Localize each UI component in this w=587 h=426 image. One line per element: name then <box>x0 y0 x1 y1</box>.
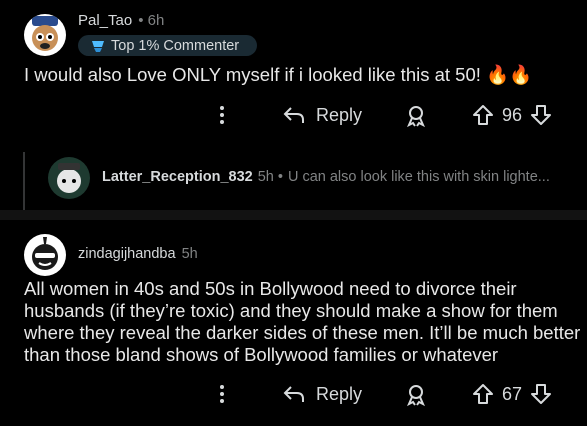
reply-label: Reply <box>316 383 363 404</box>
reply-arrow-icon <box>283 107 304 123</box>
more-options-button[interactable] <box>218 383 226 405</box>
body-line: All women in 40s and 50s in Bollywood ne… <box>24 278 517 299</box>
reply-preview[interactable]: Latter_Reception_832 5h • U can also loo… <box>102 169 550 185</box>
downvote-icon[interactable] <box>530 104 552 126</box>
comment-body: I would also Love ONLY myself if i looke… <box>24 64 533 85</box>
avatar[interactable] <box>24 234 66 276</box>
vote-controls: 96 <box>472 104 552 126</box>
upvote-icon[interactable] <box>472 383 494 405</box>
award-icon <box>407 106 425 128</box>
trophy-icon <box>92 40 104 52</box>
body-line: husbands (if they’re toxic) and they sho… <box>24 300 558 321</box>
thread-line[interactable] <box>23 152 25 210</box>
reply-label: Reply <box>316 104 363 125</box>
reply-arrow-icon <box>283 386 304 402</box>
avatar[interactable] <box>24 14 66 56</box>
commenter-badge[interactable]: Top 1% Commenter <box>78 35 257 56</box>
reply-timestamp: 5h • <box>257 169 283 185</box>
upvote-icon[interactable] <box>472 104 494 126</box>
more-vertical-icon <box>220 106 224 124</box>
username[interactable]: zindagijhandba <box>78 246 176 262</box>
reply-button[interactable]: Reply <box>282 383 362 405</box>
avatar-image <box>32 16 58 51</box>
more-options-button[interactable] <box>218 104 226 126</box>
username[interactable]: Pal_Tao <box>78 12 132 29</box>
reply-avatar[interactable] <box>48 157 90 199</box>
award-button[interactable] <box>404 104 428 128</box>
reply-text: U can also look like this with skin ligh… <box>287 169 550 185</box>
downvote-icon[interactable] <box>530 383 552 405</box>
award-icon <box>407 385 425 407</box>
vote-controls: 67 <box>472 383 552 405</box>
timestamp: 5h <box>181 246 198 262</box>
avatar-image <box>57 163 81 193</box>
avatar-image <box>32 237 58 270</box>
timestamp: • 6h <box>138 12 165 29</box>
reply-button[interactable]: Reply <box>282 104 362 126</box>
vote-count: 67 <box>502 383 523 404</box>
comment-body: All women in 40s and 50s in Bollywood ne… <box>24 278 580 366</box>
award-button[interactable] <box>404 383 428 407</box>
badge-label: Top 1% Commenter <box>111 37 240 54</box>
more-vertical-icon <box>220 385 224 403</box>
body-line: than those bland shows of Bollywood fami… <box>24 344 499 365</box>
body-line: where they reveal the darker sides of th… <box>24 322 581 343</box>
comment-separator <box>0 210 587 220</box>
vote-count: 96 <box>502 104 523 125</box>
reply-username[interactable]: Latter_Reception_832 <box>102 169 253 185</box>
